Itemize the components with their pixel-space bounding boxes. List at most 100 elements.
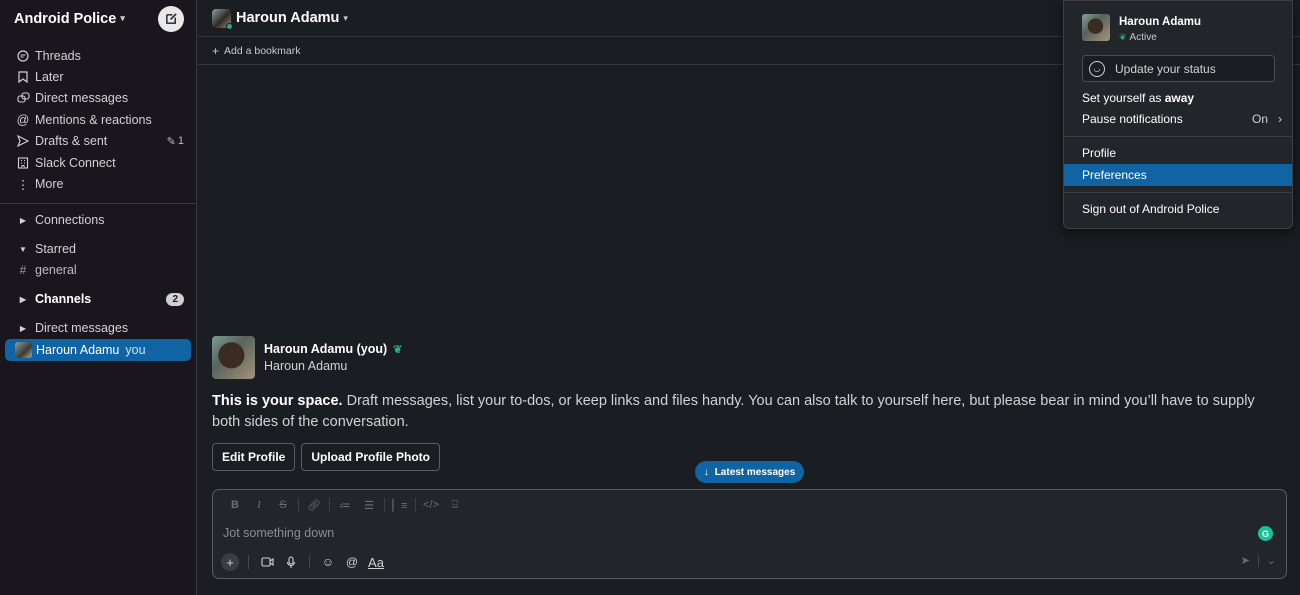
emoji-icon[interactable]: ☺ bbox=[319, 553, 337, 571]
sidebar: Android Police ▾ Threads Later Direct me… bbox=[0, 0, 197, 595]
section-label: Channels bbox=[35, 292, 92, 307]
drafts-count: ✎ 1 bbox=[166, 135, 184, 148]
workspace-name: Android Police bbox=[14, 10, 117, 27]
plus-icon: + bbox=[212, 44, 220, 58]
menu-item-profile[interactable]: Profile bbox=[1064, 142, 1292, 164]
text-format-icon[interactable]: Aa bbox=[367, 553, 385, 571]
menu-item-set-away[interactable]: Set yourself as away bbox=[1064, 87, 1292, 109]
workspace-switcher[interactable]: Android Police ▾ bbox=[14, 11, 125, 27]
strikethrough-icon[interactable]: S bbox=[271, 499, 295, 511]
compose-button[interactable] bbox=[158, 5, 184, 32]
section-label: Starred bbox=[35, 242, 76, 257]
channel-title-button[interactable]: Haroun Adamu ▾ bbox=[212, 8, 348, 30]
status-leaf-icon: ❦ bbox=[393, 343, 403, 356]
user-menu: Haroun Adamu ❦ Active ◡ Update your stat… bbox=[1063, 0, 1293, 229]
bold-icon[interactable]: B bbox=[223, 499, 247, 511]
caret-right-icon: ▶ bbox=[19, 294, 27, 304]
compose-icon bbox=[165, 13, 177, 24]
sidebar-item-label: Mentions & reactions bbox=[35, 112, 152, 127]
latest-messages-button[interactable]: ↓ Latest messages bbox=[695, 461, 804, 483]
more-icon: ⋮ bbox=[16, 177, 30, 192]
intro-description: This is your space. Draft messages, list… bbox=[212, 393, 1255, 430]
menu-user-name: Haroun Adamu bbox=[1119, 16, 1201, 28]
intro-subname: Haroun Adamu bbox=[264, 359, 348, 373]
grammarly-icon[interactable]: G bbox=[1258, 526, 1273, 541]
add-bookmark-label: Add a bookmark bbox=[224, 45, 301, 57]
update-status-button[interactable]: ◡ Update your status bbox=[1082, 55, 1275, 82]
section-label: Connections bbox=[35, 213, 105, 228]
upload-profile-photo-button[interactable]: Upload Profile Photo bbox=[301, 443, 441, 471]
code-block-icon[interactable]: ⌸ bbox=[443, 499, 467, 512]
workspace-header: Android Police ▾ bbox=[0, 0, 196, 37]
avatar[interactable] bbox=[212, 336, 255, 379]
menu-item-preferences[interactable]: Preferences bbox=[1064, 164, 1292, 186]
sidebar-item-mentions[interactable]: @ Mentions & reactions bbox=[0, 109, 196, 130]
section-label: Direct messages bbox=[35, 321, 129, 336]
sidebar-item-drafts[interactable]: Drafts & sent ✎ 1 bbox=[0, 131, 196, 152]
section-starred[interactable]: ▼ Starred bbox=[0, 239, 196, 260]
bulleted-list-icon[interactable]: ☰ bbox=[357, 499, 381, 512]
section-channels[interactable]: ▶ Channels 2 bbox=[0, 289, 196, 310]
formatting-toolbar: B I S 🔗︎ ≔ ☰ ▏≡ </> ⌸ bbox=[223, 498, 467, 512]
link-icon[interactable]: 🔗︎ bbox=[302, 499, 326, 512]
smile-icon: ◡ bbox=[1089, 60, 1105, 77]
mention-icon[interactable]: @ bbox=[343, 553, 361, 571]
message-composer: B I S 🔗︎ ≔ ☰ ▏≡ </> ⌸ G + ☺ @ Aa ➤ ⌄ bbox=[212, 489, 1287, 579]
chevron-down-icon: ▾ bbox=[343, 12, 348, 23]
building-icon bbox=[16, 156, 30, 170]
chevron-down-icon: ▾ bbox=[120, 13, 125, 23]
chevron-down-icon[interactable]: ⌄ bbox=[1267, 554, 1276, 567]
caret-down-icon: ▶ bbox=[19, 323, 27, 333]
divider bbox=[0, 202, 196, 204]
you-tag: you bbox=[125, 342, 146, 357]
sidebar-item-later[interactable]: Later bbox=[0, 66, 196, 87]
section-connections[interactable]: ▶ Connections bbox=[0, 210, 196, 231]
sidebar-item-general[interactable]: # general bbox=[0, 260, 196, 281]
menu-user-status: ❦ Active bbox=[1119, 32, 1157, 43]
ordered-list-icon[interactable]: ≔ bbox=[333, 499, 357, 512]
sidebar-item-slack-connect[interactable]: Slack Connect bbox=[0, 152, 196, 173]
attach-plus-button[interactable]: + bbox=[221, 553, 239, 571]
intro-name: Haroun Adamu (you) ❦ bbox=[264, 342, 403, 356]
dm-name: Haroun Adamu bbox=[36, 342, 120, 357]
at-icon: @ bbox=[16, 112, 30, 127]
section-direct-messages[interactable]: ▶ Direct messages bbox=[0, 318, 196, 339]
add-bookmark-button[interactable]: + Add a bookmark bbox=[212, 44, 300, 58]
menu-item-pause-notifications[interactable]: Pause notifications On › bbox=[1064, 108, 1292, 130]
divider bbox=[1064, 136, 1292, 137]
bookmark-icon bbox=[16, 70, 30, 84]
divider bbox=[1064, 192, 1292, 193]
dm-icon bbox=[16, 91, 30, 105]
pause-value: On bbox=[1251, 112, 1268, 126]
blockquote-icon[interactable]: ▏≡ bbox=[388, 499, 412, 512]
message-input[interactable] bbox=[223, 526, 1223, 540]
edit-profile-button[interactable]: Edit Profile bbox=[212, 443, 296, 471]
sidebar-item-threads[interactable]: Threads bbox=[0, 45, 196, 66]
sidebar-item-label: Later bbox=[35, 70, 64, 85]
sidebar-item-label: Drafts & sent bbox=[35, 134, 108, 149]
sidebar-item-dm-self[interactable]: Haroun Adamu you bbox=[5, 338, 191, 361]
italic-icon[interactable]: I bbox=[247, 499, 271, 511]
send-icon bbox=[16, 134, 30, 148]
sidebar-item-label: Slack Connect bbox=[35, 155, 116, 170]
sidebar-nav: Threads Later Direct messages @ Mentions… bbox=[0, 37, 196, 195]
sidebar-item-more[interactable]: ⋮ More bbox=[0, 173, 196, 194]
menu-item-sign-out[interactable]: Sign out of Android Police bbox=[1064, 198, 1292, 220]
channel-title: Haroun Adamu bbox=[236, 10, 340, 26]
unread-badge: 2 bbox=[166, 292, 184, 306]
channel-label: general bbox=[35, 263, 77, 278]
status-leaf-icon: ❦ bbox=[1119, 32, 1127, 42]
chevron-right-icon: › bbox=[1278, 112, 1282, 126]
presence-dot bbox=[226, 22, 233, 30]
caret-down-icon: ▼ bbox=[19, 244, 27, 254]
composer-actions: + ☺ @ Aa bbox=[221, 553, 385, 571]
code-icon[interactable]: </> bbox=[419, 499, 443, 511]
microphone-icon[interactable] bbox=[282, 553, 300, 571]
arrow-down-icon: ↓ bbox=[703, 466, 709, 478]
sidebar-item-direct-messages[interactable]: Direct messages bbox=[0, 88, 196, 109]
hash-icon: # bbox=[19, 263, 27, 278]
video-icon[interactable] bbox=[258, 553, 276, 571]
send-icon[interactable]: ➤ bbox=[1241, 554, 1250, 567]
sidebar-item-label: Threads bbox=[35, 48, 81, 63]
avatar bbox=[1082, 14, 1110, 41]
